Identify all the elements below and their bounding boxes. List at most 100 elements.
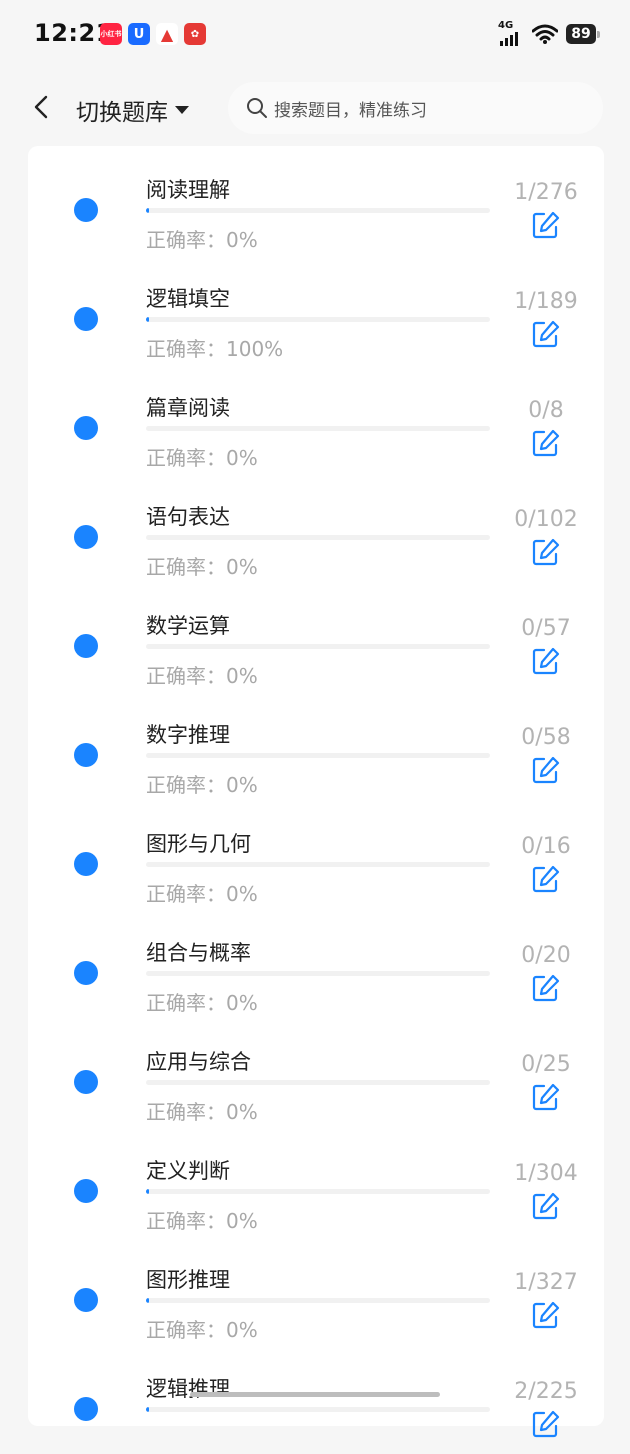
accuracy-text: 正确率：0%	[146, 991, 258, 1015]
category-title: 数学运算	[146, 614, 230, 638]
category-title: 数字推理	[146, 723, 230, 747]
question-count: 0/25	[521, 1052, 571, 1077]
category-row[interactable]: 篇章阅读 正确率：0% 0/8	[28, 364, 604, 473]
edit-practice-icon[interactable]	[531, 210, 561, 240]
category-dot-icon	[74, 1070, 98, 1094]
accuracy-text: 正确率：100%	[146, 337, 284, 361]
progress-fill	[146, 1407, 150, 1412]
category-title: 图形推理	[146, 1268, 230, 1292]
category-dot-icon	[74, 198, 98, 222]
question-count: 0/16	[521, 834, 571, 859]
category-dot-icon	[74, 743, 98, 767]
question-count: 0/102	[514, 507, 578, 532]
progress-bar	[146, 1189, 490, 1194]
category-title: 阅读理解	[146, 178, 230, 202]
accuracy-text: 正确率：0%	[146, 1100, 258, 1124]
edit-practice-icon[interactable]	[531, 973, 561, 1003]
question-count: 0/58	[521, 725, 571, 750]
category-row[interactable]: 逻辑填空 正确率：100% 1/189	[28, 255, 604, 364]
progress-bar	[146, 862, 490, 867]
question-count: 2/225	[514, 1379, 578, 1404]
progress-fill	[146, 208, 149, 213]
category-row[interactable]: 阅读理解 正确率：0% 1/276	[28, 146, 604, 255]
category-row[interactable]: 应用与综合 正确率：0% 0/25	[28, 1018, 604, 1127]
cellular-signal-icon: 4G	[498, 20, 524, 46]
category-row[interactable]: 图形与几何 正确率：0% 0/16	[28, 800, 604, 909]
question-count: 1/276	[514, 180, 578, 205]
progress-bar	[146, 317, 490, 322]
edit-practice-icon[interactable]	[531, 428, 561, 458]
progress-bar	[146, 1080, 490, 1085]
gift-app-notification-icon: ✿	[184, 23, 206, 45]
category-title: 篇章阅读	[146, 396, 230, 420]
category-row[interactable]: 数字推理 正确率：0% 0/58	[28, 691, 604, 800]
category-title: 应用与综合	[146, 1050, 251, 1074]
blue-app-notification-icon: U	[128, 23, 150, 45]
question-count: 0/20	[521, 943, 571, 968]
category-title: 定义判断	[146, 1159, 230, 1183]
question-count: 0/8	[528, 398, 564, 423]
top-bar: 切换题库 搜索题目，精准练习	[0, 78, 630, 138]
question-count: 1/327	[514, 1270, 578, 1295]
home-indicator[interactable]	[190, 1392, 440, 1397]
category-list-card: 阅读理解 正确率：0% 1/276 逻辑填空 正确率：100% 1/189 篇章…	[28, 146, 604, 1438]
category-dot-icon	[74, 1288, 98, 1312]
progress-bar	[146, 426, 490, 431]
progress-fill	[146, 317, 149, 322]
edit-practice-icon[interactable]	[531, 1082, 561, 1112]
category-row[interactable]: 定义判断 正确率：0% 1/304	[28, 1127, 604, 1236]
edit-practice-icon[interactable]	[531, 864, 561, 894]
category-dot-icon	[74, 1397, 98, 1421]
switch-bank-dropdown[interactable]: 切换题库	[76, 93, 190, 127]
edit-practice-icon[interactable]	[531, 319, 561, 349]
search-input[interactable]: 搜索题目，精准练习	[228, 82, 603, 134]
category-title: 逻辑推理	[146, 1377, 230, 1401]
notification-icons: 小红书 U ▲ ✿	[100, 23, 206, 45]
accuracy-text: 正确率：0%	[146, 555, 258, 579]
accuracy-text: 正确率：0%	[146, 882, 258, 906]
network-type: 4G	[498, 20, 514, 31]
back-arrow-icon[interactable]	[28, 92, 58, 122]
system-indicators: 4G 89	[498, 20, 600, 46]
category-row[interactable]: 组合与概率 正确率：0% 0/20	[28, 909, 604, 1018]
progress-bar	[146, 1298, 490, 1303]
category-dot-icon	[74, 961, 98, 985]
category-title: 组合与概率	[146, 941, 251, 965]
progress-bar	[146, 971, 490, 976]
progress-bar	[146, 644, 490, 649]
caret-down-icon	[175, 106, 189, 114]
category-title: 语句表达	[146, 505, 230, 529]
progress-fill	[146, 1298, 149, 1303]
category-dot-icon	[74, 852, 98, 876]
edit-practice-icon[interactable]	[531, 537, 561, 567]
category-row[interactable]: 数学运算 正确率：0% 0/57	[28, 582, 604, 691]
progress-bar	[146, 1407, 490, 1412]
progress-bar	[146, 753, 490, 758]
accuracy-text: 正确率：0%	[146, 228, 258, 252]
edit-practice-icon[interactable]	[531, 755, 561, 785]
edit-practice-icon[interactable]	[531, 1300, 561, 1330]
edit-practice-icon[interactable]	[531, 1409, 561, 1439]
accuracy-text: 正确率：0%	[146, 1318, 258, 1342]
category-dot-icon	[74, 525, 98, 549]
wifi-icon	[532, 24, 558, 44]
status-bar: 12:21 小红书 U ▲ ✿ 4G 89	[0, 0, 630, 70]
question-count: 0/57	[521, 616, 571, 641]
edit-practice-icon[interactable]	[531, 646, 561, 676]
search-placeholder: 搜索题目，精准练习	[274, 100, 427, 121]
category-row[interactable]: 图形推理 正确率：0% 1/327	[28, 1236, 604, 1345]
progress-bar	[146, 535, 490, 540]
category-title: 图形与几何	[146, 832, 251, 856]
category-dot-icon	[74, 307, 98, 331]
progress-fill	[146, 1189, 149, 1194]
red-triangle-app-notification-icon: ▲	[156, 23, 178, 45]
xiaohongshu-notification-icon: 小红书	[100, 23, 122, 45]
category-row[interactable]: 语句表达 正确率：0% 0/102	[28, 473, 604, 582]
accuracy-text: 正确率：0%	[146, 1209, 258, 1233]
switch-bank-label: 切换题库	[76, 100, 168, 126]
category-dot-icon	[74, 1179, 98, 1203]
edit-practice-icon[interactable]	[531, 1191, 561, 1221]
battery-icon: 89	[566, 24, 600, 44]
category-dot-icon	[74, 416, 98, 440]
accuracy-text: 正确率：0%	[146, 446, 258, 470]
